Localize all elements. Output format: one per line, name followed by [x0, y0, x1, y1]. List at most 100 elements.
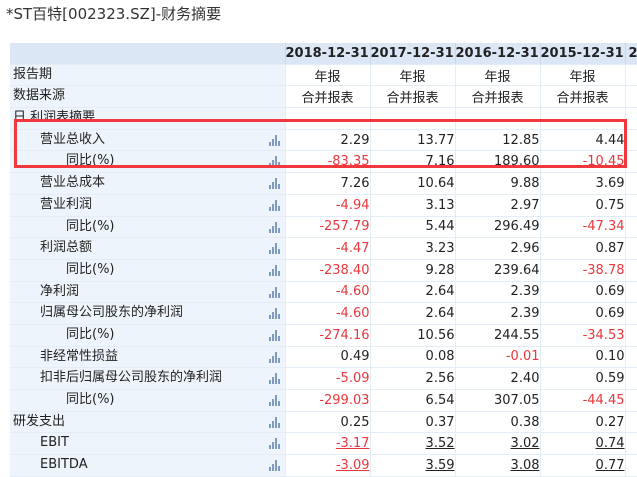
row-label: 日 利润表摘要 [13, 110, 96, 126]
value-cell: 0.49 [284, 346, 370, 369]
value-cell: 2.39 [454, 302, 540, 325]
bar-chart-icon[interactable] [268, 264, 280, 276]
value-cell[interactable]: 3.08 [454, 454, 540, 477]
bar-chart-icon[interactable] [268, 416, 280, 428]
bar-chart-icon[interactable] [268, 460, 280, 472]
overflow-cell [624, 367, 637, 390]
row-label-cell: 营业总成本 [10, 172, 285, 195]
overflow-cell [624, 259, 637, 282]
cell-value: 2.39 [510, 306, 540, 322]
cell-value: -4.60 [335, 306, 370, 322]
bar-chart-icon[interactable] [268, 329, 280, 341]
value-cell: -299.03 [284, 389, 370, 412]
bar-chart-icon[interactable] [268, 373, 280, 385]
value-cell: -5.09 [284, 367, 370, 390]
value-cell: 0.37 [369, 411, 455, 434]
value-cell[interactable]: -3.09 [284, 454, 370, 477]
cell-value: 6.54 [425, 392, 455, 408]
value-cell[interactable]: 0.74 [539, 432, 625, 456]
column-header[interactable]: 2016-12-31 [454, 43, 540, 65]
cell-value[interactable]: 0.74 [596, 436, 625, 451]
value-cell: -4.60 [284, 302, 370, 325]
table-row: 归属母公司股东的净利润 -4.60 2.64 2.39 0.69 [10, 302, 637, 325]
value-cell: 0.75 [539, 194, 625, 217]
table-row: 研发支出 0.25 0.37 0.38 0.27 [10, 411, 637, 434]
cell-value: 2.96 [510, 241, 540, 257]
cell-value[interactable]: 3.08 [511, 458, 540, 473]
column-header[interactable]: 2015-12-31 [539, 43, 625, 65]
cell-value: -4.47 [335, 241, 370, 257]
value-cell: -4.60 [284, 281, 370, 304]
column-header[interactable]: 2018-12-31 [284, 43, 370, 65]
row-label: 扣非后归属母公司股东的净利润 [40, 370, 223, 386]
cell-value: 年报 [484, 69, 511, 85]
bar-chart-icon[interactable] [268, 178, 280, 190]
overflow-cell [624, 411, 637, 434]
table-row: 扣非后归属母公司股东的净利润 -5.09 2.56 2.40 0.59 [10, 367, 637, 390]
cell-value: 0.49 [340, 349, 370, 365]
cell-value: 12.85 [502, 132, 540, 148]
overflow-cell [624, 454, 637, 477]
bar-chart-icon[interactable] [268, 199, 280, 211]
cell-value[interactable]: 3.59 [426, 458, 455, 473]
overflow-cell [624, 389, 637, 412]
bar-chart-icon[interactable] [268, 286, 280, 298]
value-cell[interactable]: 3.59 [369, 454, 455, 477]
cell-value[interactable]: -3.17 [336, 436, 370, 451]
cell-value[interactable]: 0.77 [596, 458, 625, 473]
bar-chart-icon[interactable] [268, 395, 280, 406]
bar-chart-icon[interactable] [268, 308, 280, 320]
row-label-cell: 利润总额 [10, 237, 285, 260]
value-cell: -10.45 [539, 150, 625, 174]
row-label-cell: 同比(%) [10, 389, 285, 412]
value-cell: 3.69 [539, 172, 625, 195]
cell-value: -274.16 [319, 327, 370, 343]
value-cell: -0.01 [454, 346, 540, 369]
cell-value[interactable]: 3.52 [426, 436, 455, 451]
bar-chart-icon[interactable] [268, 351, 280, 363]
cell-value: 2.64 [425, 284, 455, 300]
value-cell: 0.08 [369, 346, 455, 369]
cell-value[interactable]: 3.02 [511, 436, 540, 451]
value-cell: -4.47 [284, 237, 370, 260]
cell-value: 0.25 [340, 414, 370, 430]
row-label-cell: 非经常性损益 [10, 346, 285, 369]
cell-value: 2.64 [425, 306, 455, 322]
column-header[interactable]: 20 [624, 43, 637, 65]
row-label-cell: EBIT [10, 432, 285, 456]
value-cell: 244.55 [454, 324, 540, 347]
value-cell: 9.28 [369, 259, 455, 282]
table-row: 营业总收入 2.29 13.77 12.85 4.44 [10, 129, 637, 152]
cell-value: 296.49 [494, 219, 540, 235]
value-cell: 年报 [369, 64, 455, 87]
bar-chart-icon[interactable] [268, 438, 280, 450]
cell-value: 0.69 [595, 306, 625, 322]
bar-chart-icon[interactable] [268, 221, 280, 233]
bar-chart-icon[interactable] [268, 134, 280, 146]
row-label-cell: 同比(%) [10, 150, 285, 174]
value-cell[interactable]: -3.17 [284, 432, 370, 456]
overflow-cell [624, 85, 637, 109]
cell-value[interactable]: -3.09 [336, 458, 370, 473]
cell-value: -10.45 [582, 154, 625, 170]
table-row: EBIT -3.17 3.52 3.02 0.74 [10, 432, 637, 456]
value-cell: 2.97 [454, 194, 540, 217]
column-header[interactable]: 2017-12-31 [369, 43, 455, 65]
cell-value: 合并报表 [471, 91, 524, 107]
value-cell: 年报 [454, 64, 540, 87]
value-cell: 0.10 [539, 346, 625, 369]
value-cell[interactable]: 3.02 [454, 432, 540, 456]
financial-summary-table: 2018-12-31 2017-12-31 2016-12-31 2015-12… [10, 43, 637, 477]
row-label: 同比(%) [66, 392, 115, 407]
value-cell: -257.79 [284, 216, 370, 239]
row-label: EBITDA [40, 457, 88, 473]
value-cell[interactable]: 3.52 [369, 432, 455, 456]
value-cell: 3.13 [369, 194, 455, 217]
value-cell[interactable]: 0.77 [539, 454, 625, 477]
cell-value: -299.03 [319, 392, 370, 408]
bar-chart-icon[interactable] [268, 156, 280, 168]
value-cell: 3.23 [369, 237, 455, 260]
cell-value: -238.40 [319, 262, 370, 278]
bar-chart-icon[interactable] [268, 243, 280, 255]
row-label: 归属母公司股东的净利润 [40, 305, 184, 321]
